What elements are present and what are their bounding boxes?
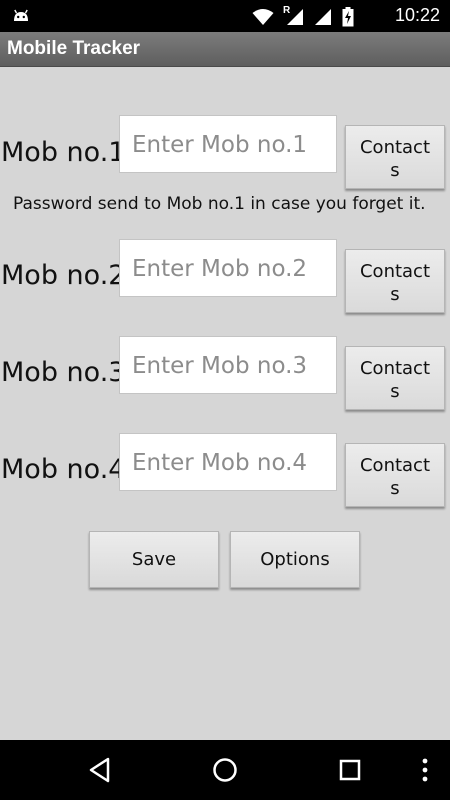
password-hint: Password send to Mob no.1 in case you fo… (13, 194, 426, 214)
wifi-icon (252, 8, 274, 30)
signal-icon (314, 8, 332, 30)
contacts-button-label: Contact s (359, 358, 431, 402)
home-icon[interactable] (212, 757, 238, 787)
mob-label-2: Mob no.2 (1, 260, 126, 291)
battery-charging-icon (342, 7, 354, 31)
mob-input-2[interactable]: Enter Mob no.2 (119, 239, 337, 297)
mob-input-4[interactable]: Enter Mob no.4 (119, 433, 337, 491)
roaming-indicator: R (283, 5, 291, 16)
mob-label-3: Mob no.3 (1, 357, 126, 388)
more-options-icon[interactable] (420, 757, 430, 787)
recents-icon[interactable] (339, 757, 361, 785)
app-title: Mobile Tracker (7, 38, 141, 59)
contacts-button-label: Contact s (359, 455, 431, 499)
mob-label-4: Mob no.4 (1, 454, 126, 485)
android-icon (12, 7, 30, 27)
contacts-button-label: Contact s (359, 261, 431, 305)
options-button[interactable]: Options (230, 531, 360, 588)
save-button[interactable]: Save (89, 531, 219, 588)
status-clock: 10:22 (394, 5, 440, 25)
contacts-button-3[interactable]: Contact s (345, 346, 445, 410)
back-icon[interactable] (88, 757, 112, 787)
contacts-button-4[interactable]: Contact s (345, 443, 445, 507)
status-bar: R 10:22 (0, 0, 450, 32)
contacts-button-1[interactable]: Contact s (345, 125, 445, 189)
mob-input-3[interactable]: Enter Mob no.3 (119, 336, 337, 394)
mob-label-1: Mob no.1 (1, 137, 126, 168)
app-bar: Mobile Tracker (0, 32, 450, 67)
navigation-bar (0, 740, 450, 800)
contacts-button-2[interactable]: Contact s (345, 249, 445, 313)
mob-input-1[interactable]: Enter Mob no.1 (119, 115, 337, 173)
signal-roaming-icon: R (283, 5, 304, 30)
contacts-button-label: Contact s (359, 137, 431, 181)
